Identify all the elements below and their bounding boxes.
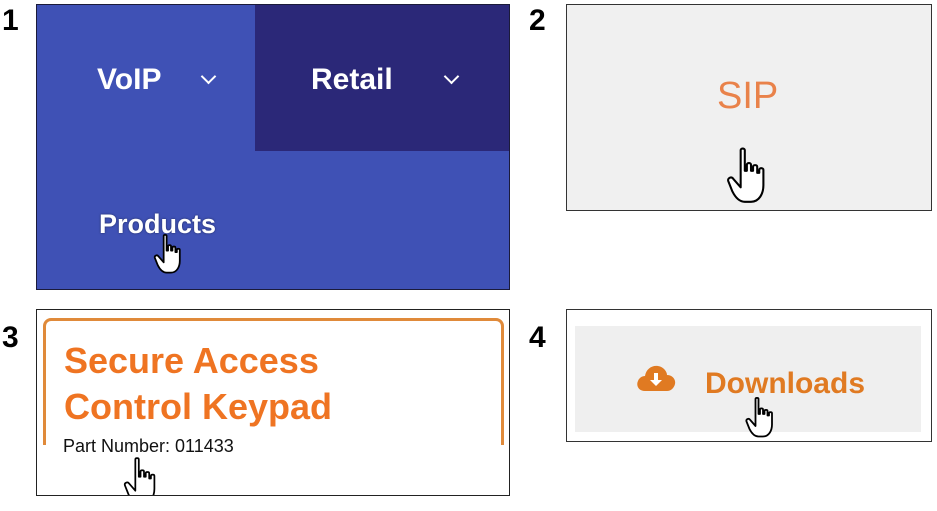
step-number-3: 3 <box>2 321 19 354</box>
product-title-line-1: Secure Access <box>64 340 319 381</box>
menu-item-retail[interactable]: Retail <box>255 5 509 151</box>
sip-panel: SIP <box>566 4 932 211</box>
hand-pointer-icon <box>727 147 765 203</box>
nav-menu-panel: VoIP Retail Products <box>36 4 510 290</box>
sip-link[interactable]: SIP <box>717 75 778 118</box>
chevron-down-icon <box>200 68 217 85</box>
downloads-panel: Downloads <box>566 309 932 442</box>
product-title[interactable]: Secure Access Control Keypad <box>64 338 464 430</box>
hand-pointer-icon <box>153 233 181 274</box>
product-card-panel: Secure Access Control Keypad Part Number… <box>36 309 510 496</box>
chevron-down-icon <box>443 68 460 85</box>
hand-pointer-icon <box>123 457 156 495</box>
step-number-4: 4 <box>529 321 546 354</box>
menu-item-voip-label: VoIP <box>97 63 162 96</box>
part-number: Part Number: 011433 <box>63 436 234 456</box>
hand-pointer-icon <box>745 396 773 438</box>
product-title-line-2: Control Keypad <box>64 386 333 427</box>
step-number-2: 2 <box>529 4 546 37</box>
step-number-1: 1 <box>2 4 19 37</box>
menu-item-voip[interactable]: VoIP <box>37 5 255 151</box>
cloud-download-icon <box>637 365 676 391</box>
menu-item-retail-label: Retail <box>311 63 393 96</box>
downloads-label: Downloads <box>705 367 866 400</box>
